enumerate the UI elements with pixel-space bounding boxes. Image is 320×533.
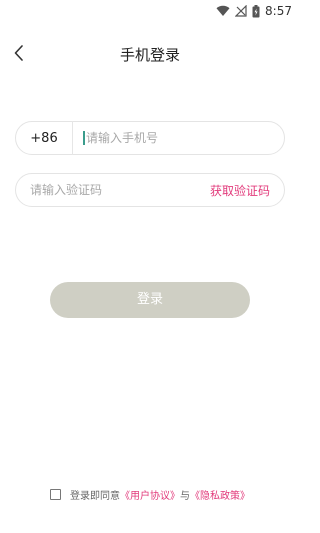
- phone-number-input[interactable]: [85, 123, 284, 153]
- status-bar: 8:57: [0, 0, 300, 22]
- privacy-policy-link[interactable]: 《隐私政策》: [190, 487, 250, 502]
- status-time: 8:57: [265, 4, 292, 18]
- agreement-row: 登录即同意 《用户协议》 与 《隐私政策》: [0, 486, 300, 502]
- verification-code-row: 获取验证码: [15, 173, 285, 207]
- country-code-selector[interactable]: +86: [16, 131, 72, 146]
- agreement-prefix: 登录即同意: [70, 490, 120, 502]
- header: 手机登录: [0, 38, 300, 72]
- wifi-icon: [216, 5, 230, 17]
- battery-charging-icon: [252, 4, 260, 18]
- signal-no-sim-icon: [235, 5, 247, 17]
- agreement-checkbox[interactable]: [50, 488, 61, 500]
- get-verification-code-button[interactable]: 获取验证码: [210, 182, 270, 199]
- user-agreement-link[interactable]: 《用户协议》: [120, 487, 180, 502]
- phone-divider: [72, 121, 73, 155]
- status-icons: 8:57: [216, 3, 292, 19]
- login-button[interactable]: 登录: [50, 282, 250, 318]
- agreement-conjunction: 与: [180, 490, 190, 502]
- verification-code-input[interactable]: [30, 175, 210, 205]
- phone-input-row: +86: [15, 121, 285, 155]
- page-title: 手机登录: [119, 46, 180, 64]
